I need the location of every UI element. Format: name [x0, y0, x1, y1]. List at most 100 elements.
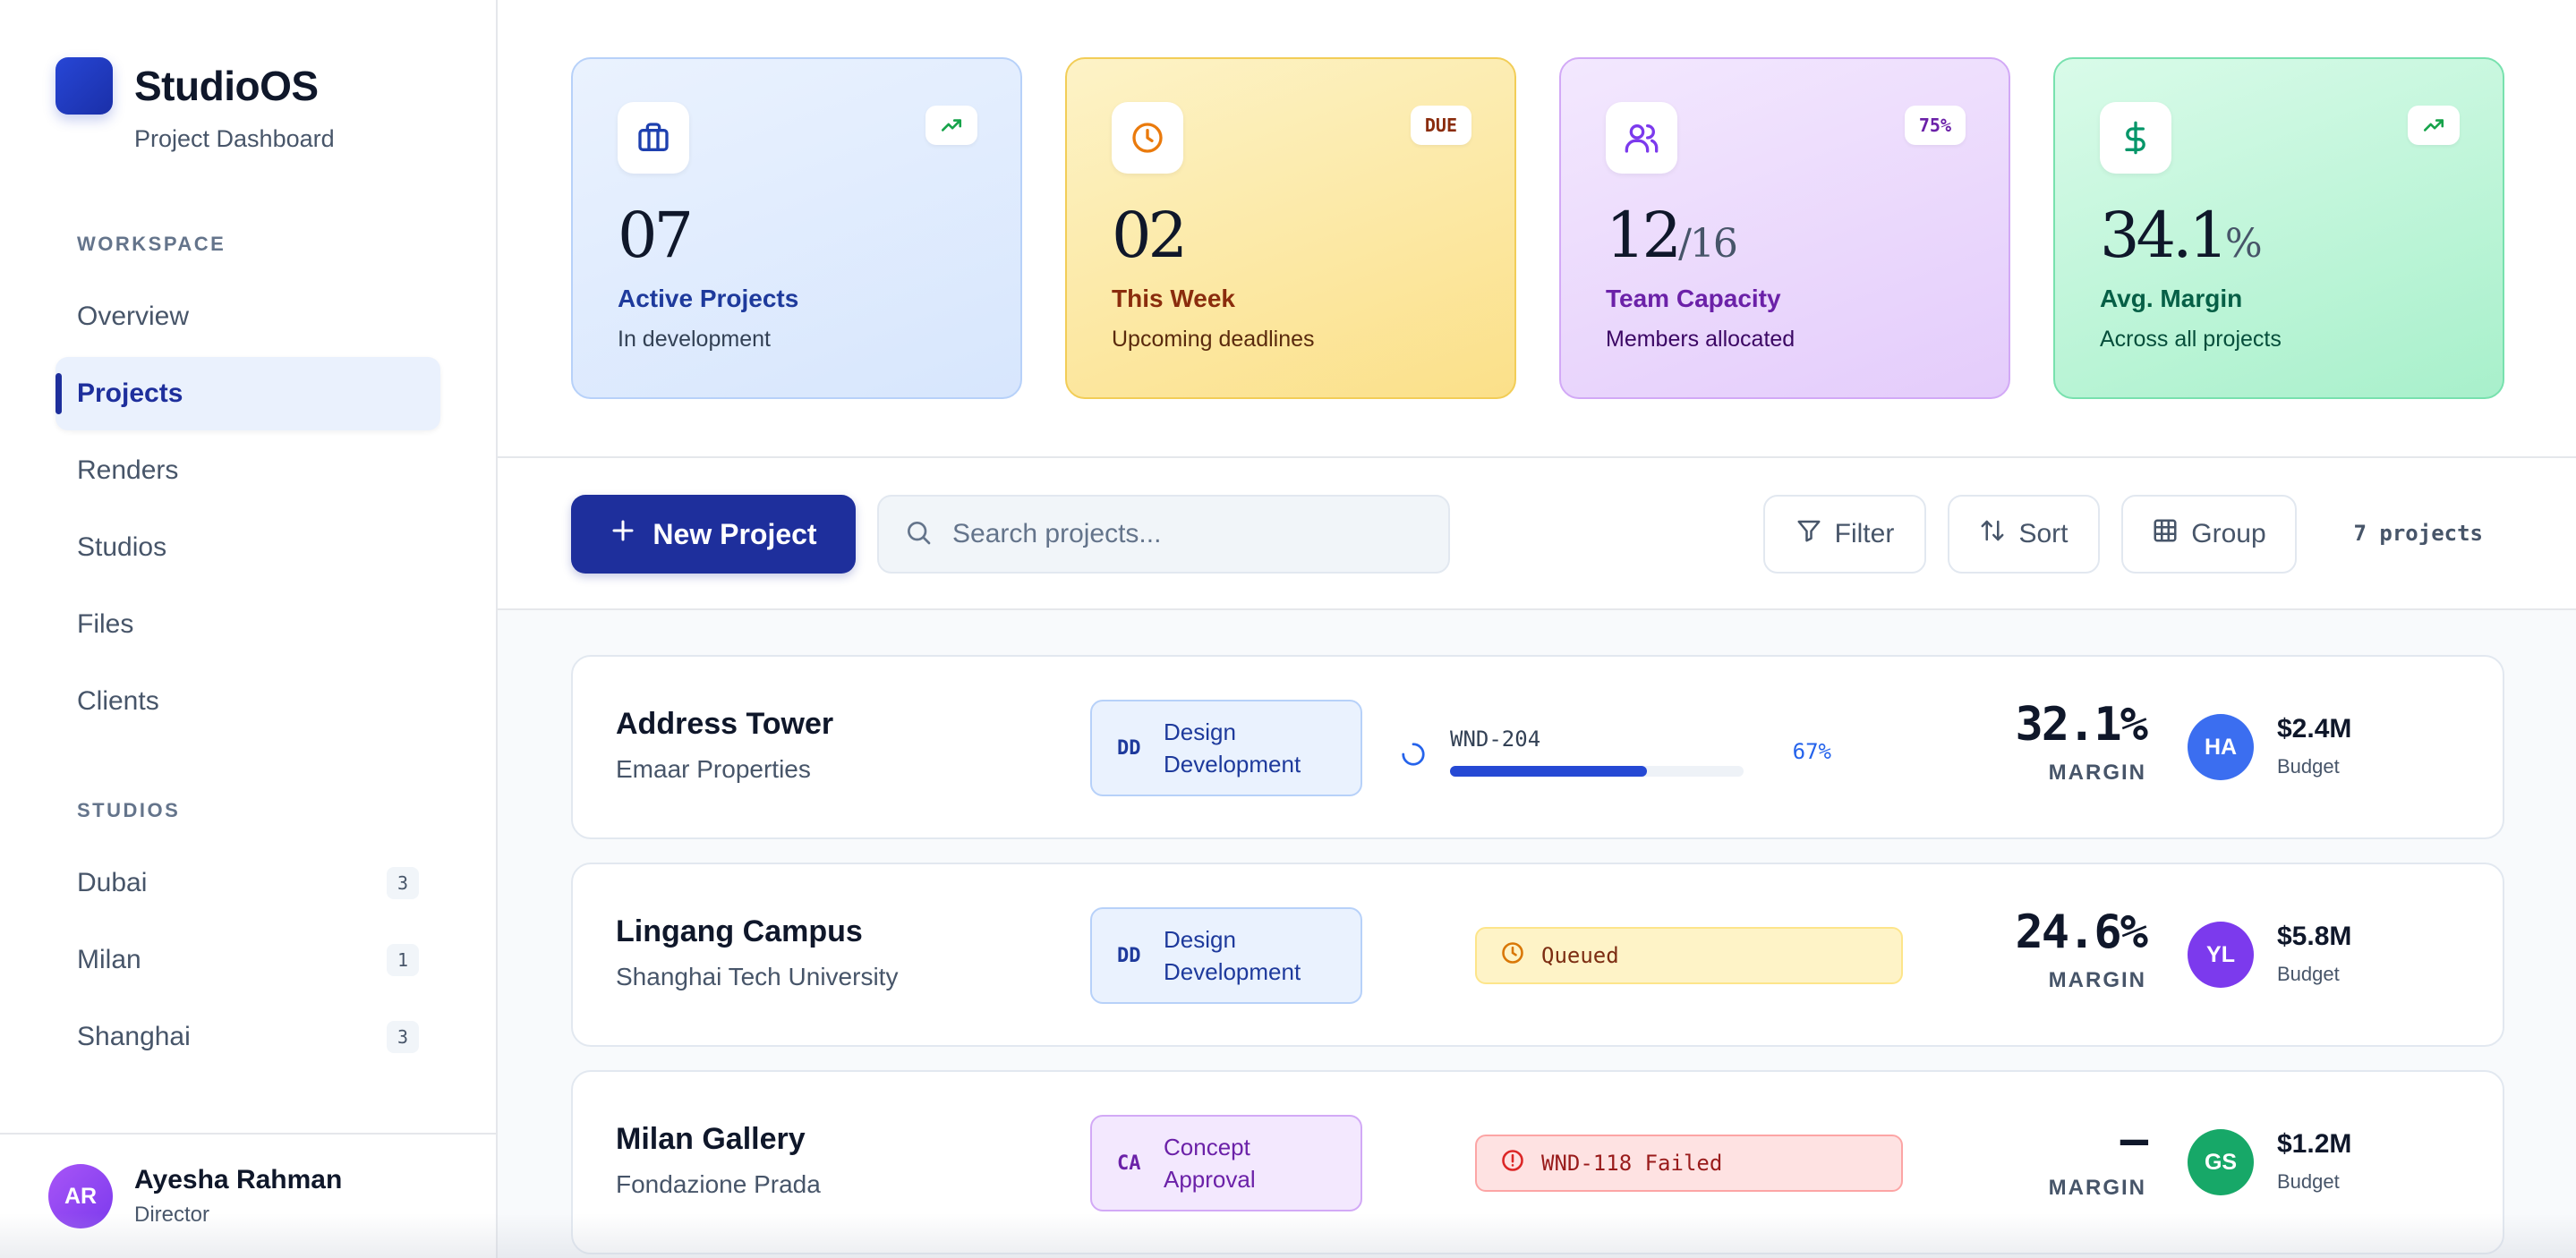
spinner-icon — [1400, 741, 1427, 772]
trending-up-icon — [925, 106, 977, 145]
sort-icon — [1979, 517, 2006, 551]
filter-icon — [1796, 517, 1822, 551]
stat-card-this-week[interactable]: DUE 02 This Week Upcoming deadlines — [1065, 57, 1516, 399]
stat-card-avg-margin[interactable]: 34.1% Avg. Margin Across all projects — [2053, 57, 2504, 399]
group-button[interactable]: Group — [2121, 495, 2297, 574]
clock-icon — [1112, 102, 1183, 174]
search-input[interactable] — [952, 519, 1418, 549]
new-project-label: New Project — [653, 517, 817, 550]
sidebar-item-label: Milan — [77, 945, 141, 974]
clock-icon — [1500, 940, 1525, 971]
stat-description: Upcoming deadlines — [1112, 327, 1315, 352]
sidebar-item-label: Files — [77, 609, 134, 639]
sidebar-item-label: Studios — [77, 532, 167, 562]
project-name: Address Tower — [616, 707, 834, 741]
status-text: WND-118 Failed — [1541, 1151, 1723, 1176]
stat-description: Members allocated — [1606, 327, 1796, 352]
sidebar-item-studios[interactable]: Studios — [55, 511, 440, 584]
margin-value: 32.1% — [2015, 698, 2148, 752]
project-count: 7 projects — [2353, 521, 2484, 546]
sidebar-item-label: Projects — [77, 378, 183, 408]
progress-track — [1450, 766, 1744, 777]
sidebar-item-renders[interactable]: Renders — [55, 434, 440, 507]
dollar-icon — [2100, 102, 2171, 174]
phase-code: DD — [1117, 944, 1141, 967]
project-row[interactable]: Address Tower Emaar Properties DD Design… — [571, 655, 2504, 839]
sidebar-item-files[interactable]: Files — [55, 588, 440, 661]
sidebar-item-milan[interactable]: Milan 1 — [55, 923, 440, 997]
sort-button[interactable]: Sort — [1948, 495, 2100, 574]
stat-card-active-projects[interactable]: 07 Active Projects In development — [571, 57, 1022, 399]
render-code: WND-204 — [1450, 727, 1541, 752]
brand[interactable]: StudioOS Project Dashboard — [55, 57, 335, 153]
status-text: Queued — [1541, 943, 1619, 968]
project-client: Shanghai Tech University — [616, 963, 899, 990]
trending-up-icon — [2408, 106, 2460, 145]
avatar: AR — [48, 1164, 113, 1228]
budget-value: $5.8M — [2277, 922, 2352, 951]
brand-logo — [55, 57, 113, 115]
margin-value: — — [2120, 1113, 2148, 1167]
sidebar-item-label: Dubai — [77, 868, 148, 897]
stat-card-team-capacity[interactable]: 75% 12/16 Team Capacity Members allocate… — [1559, 57, 2010, 399]
sidebar-item-shanghai[interactable]: Shanghai 3 — [55, 1000, 440, 1074]
capacity-tag: 75% — [1904, 106, 1966, 145]
project-name: Lingang Campus — [616, 914, 863, 948]
stat-value: 07 — [618, 199, 694, 272]
phase-label: Design Development — [1164, 718, 1301, 778]
status-badge[interactable]: Queued — [1475, 927, 1903, 984]
stat-title: Team Capacity — [1606, 285, 1781, 312]
budget-value: $1.2M — [2277, 1129, 2352, 1159]
new-project-button[interactable]: New Project — [571, 495, 856, 574]
search-box[interactable] — [877, 495, 1450, 574]
phase-label: Concept Approval — [1164, 1134, 1256, 1193]
avatar[interactable]: YL — [2188, 922, 2254, 988]
due-tag: DUE — [1410, 106, 1471, 145]
project-client: Fondazione Prada — [616, 1170, 821, 1198]
users-icon — [1606, 102, 1677, 174]
studios-section-label: STUDIOS — [77, 799, 181, 821]
sidebar-item-dubai[interactable]: Dubai 3 — [55, 846, 440, 920]
user-role: Director — [134, 1203, 210, 1227]
stat-description: Across all projects — [2100, 327, 2282, 352]
user-profile[interactable]: AR Ayesha Rahman Director — [0, 1133, 496, 1258]
phase-badge: CA Concept Approval — [1090, 1115, 1362, 1211]
stat-value: 02 — [1112, 199, 1188, 272]
stats-cards: 07 Active Projects In development DUE 02… — [571, 57, 2504, 399]
filter-button[interactable]: Filter — [1763, 495, 1926, 574]
sidebar-item-overview[interactable]: Overview — [55, 280, 440, 353]
stat-title: Active Projects — [618, 285, 799, 312]
avatar[interactable]: GS — [2188, 1129, 2254, 1195]
budget-value: $2.4M — [2277, 714, 2352, 744]
project-name: Milan Gallery — [616, 1122, 806, 1156]
count-badge: 1 — [387, 944, 419, 976]
phase-code: DD — [1117, 736, 1141, 760]
stat-description: In development — [618, 327, 771, 352]
sidebar-item-clients[interactable]: Clients — [55, 665, 440, 738]
phase-badge: DD Design Development — [1090, 700, 1362, 796]
margin-label: MARGIN — [2048, 968, 2146, 992]
status-badge[interactable]: WND-118 Failed — [1475, 1135, 1903, 1192]
render-progress[interactable]: WND-204 67% — [1400, 719, 1831, 782]
budget-label: Budget — [2277, 755, 2340, 778]
budget-label: Budget — [2277, 1170, 2340, 1193]
sort-label: Sort — [2018, 519, 2068, 548]
project-row[interactable]: Milan Gallery Fondazione Prada CA Concep… — [571, 1070, 2504, 1254]
margin-label: MARGIN — [2048, 761, 2146, 785]
project-list: Address Tower Emaar Properties DD Design… — [498, 610, 2576, 1258]
sidebar-item-label: Overview — [77, 302, 190, 331]
phase-code: CA — [1117, 1152, 1141, 1175]
grid-icon — [2152, 517, 2179, 551]
project-row[interactable]: Lingang Campus Shanghai Tech University … — [571, 863, 2504, 1047]
search-icon — [904, 518, 933, 551]
phase-badge: DD Design Development — [1090, 907, 1362, 1004]
stat-value: 12/16 — [1606, 199, 1738, 272]
sidebar-item-projects[interactable]: Projects — [55, 357, 440, 430]
briefcase-icon — [618, 102, 689, 174]
progress-fill — [1450, 766, 1647, 777]
count-badge: 3 — [387, 867, 419, 899]
stat-value: 34.1% — [2100, 199, 2263, 272]
project-client: Emaar Properties — [616, 755, 811, 783]
stat-title: This Week — [1112, 285, 1235, 312]
avatar[interactable]: HA — [2188, 714, 2254, 780]
